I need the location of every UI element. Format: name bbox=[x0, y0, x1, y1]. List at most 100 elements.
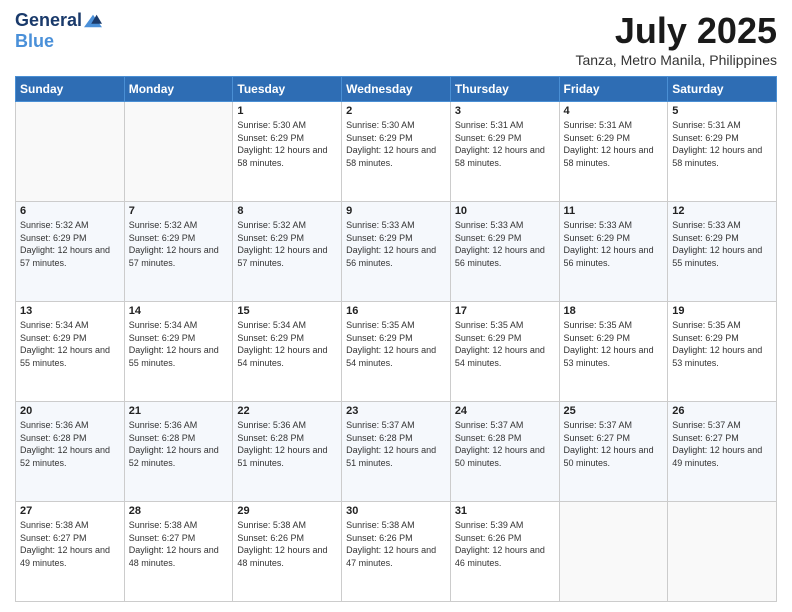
weekday-header: Saturday bbox=[668, 77, 777, 102]
logo: General Blue bbox=[15, 10, 102, 52]
cell-content: Sunrise: 5:32 AMSunset: 6:29 PMDaylight:… bbox=[20, 219, 120, 269]
calendar-week-row: 13 Sunrise: 5:34 AMSunset: 6:29 PMDayligh… bbox=[16, 302, 777, 402]
weekday-header: Friday bbox=[559, 77, 668, 102]
cell-content: Sunrise: 5:36 AMSunset: 6:28 PMDaylight:… bbox=[237, 419, 337, 469]
calendar-cell: 6 Sunrise: 5:32 AMSunset: 6:29 PMDaylight… bbox=[16, 202, 125, 302]
calendar-cell: 21 Sunrise: 5:36 AMSunset: 6:28 PMDayligh… bbox=[124, 402, 233, 502]
cell-content: Sunrise: 5:33 AMSunset: 6:29 PMDaylight:… bbox=[346, 219, 446, 269]
day-number: 12 bbox=[672, 205, 772, 217]
calendar-week-row: 27Sunrise: 5:38 AMSunset: 6:27 PMDayligh… bbox=[16, 502, 777, 602]
calendar-cell: 4 Sunrise: 5:31 AMSunset: 6:29 PMDaylight… bbox=[559, 102, 668, 202]
calendar-cell: 20 Sunrise: 5:36 AMSunset: 6:28 PMDayligh… bbox=[16, 402, 125, 502]
cell-content: Sunrise: 5:38 AMSunset: 6:27 PMDaylight:… bbox=[20, 519, 120, 569]
weekday-header: Wednesday bbox=[342, 77, 451, 102]
calendar-week-row: 6 Sunrise: 5:32 AMSunset: 6:29 PMDaylight… bbox=[16, 202, 777, 302]
day-number: 29 bbox=[237, 505, 337, 517]
calendar-cell: 29 Sunrise: 5:38 AMSunset: 6:26 PMDayligh… bbox=[233, 502, 342, 602]
calendar-cell bbox=[16, 102, 125, 202]
cell-content: Sunrise: 5:33 AMSunset: 6:29 PMDaylight:… bbox=[564, 219, 664, 269]
day-number: 21 bbox=[129, 405, 229, 417]
cell-content: Sunrise: 5:32 AMSunset: 6:29 PMDaylight:… bbox=[237, 219, 337, 269]
calendar-cell: 7Sunrise: 5:32 AMSunset: 6:29 PMDaylight… bbox=[124, 202, 233, 302]
calendar-cell: 5Sunrise: 5:31 AMSunset: 6:29 PMDaylight… bbox=[668, 102, 777, 202]
calendar-cell bbox=[668, 502, 777, 602]
logo-general: General bbox=[15, 10, 82, 31]
day-number: 11 bbox=[564, 205, 664, 217]
day-number: 8 bbox=[237, 205, 337, 217]
calendar-cell bbox=[124, 102, 233, 202]
cell-content: Sunrise: 5:34 AMSunset: 6:29 PMDaylight:… bbox=[20, 319, 120, 369]
calendar-cell: 19Sunrise: 5:35 AMSunset: 6:29 PMDayligh… bbox=[668, 302, 777, 402]
location-subtitle: Tanza, Metro Manila, Philippines bbox=[575, 52, 777, 68]
calendar-cell: 9 Sunrise: 5:33 AMSunset: 6:29 PMDaylight… bbox=[342, 202, 451, 302]
cell-content: Sunrise: 5:35 AMSunset: 6:29 PMDaylight:… bbox=[564, 319, 664, 369]
calendar-table: SundayMondayTuesdayWednesdayThursdayFrid… bbox=[15, 76, 777, 602]
month-title: July 2025 bbox=[575, 10, 777, 52]
page: General Blue July 2025 Tanza, Metro Mani… bbox=[0, 0, 792, 612]
cell-content: Sunrise: 5:36 AMSunset: 6:28 PMDaylight:… bbox=[20, 419, 120, 469]
day-number: 23 bbox=[346, 405, 446, 417]
cell-content: Sunrise: 5:39 AMSunset: 6:26 PMDaylight:… bbox=[455, 519, 555, 569]
calendar-cell: 3 Sunrise: 5:31 AMSunset: 6:29 PMDaylight… bbox=[450, 102, 559, 202]
cell-content: Sunrise: 5:37 AMSunset: 6:27 PMDaylight:… bbox=[564, 419, 664, 469]
header: General Blue July 2025 Tanza, Metro Mani… bbox=[15, 10, 777, 68]
weekday-header: Thursday bbox=[450, 77, 559, 102]
weekday-header: Tuesday bbox=[233, 77, 342, 102]
day-number: 4 bbox=[564, 105, 664, 117]
calendar-cell: 1 Sunrise: 5:30 AMSunset: 6:29 PMDaylight… bbox=[233, 102, 342, 202]
cell-content: Sunrise: 5:37 AMSunset: 6:28 PMDaylight:… bbox=[455, 419, 555, 469]
cell-content: Sunrise: 5:30 AMSunset: 6:29 PMDaylight:… bbox=[237, 119, 337, 169]
weekday-header: Sunday bbox=[16, 77, 125, 102]
day-number: 31 bbox=[455, 505, 555, 517]
calendar-cell: 17Sunrise: 5:35 AMSunset: 6:29 PMDayligh… bbox=[450, 302, 559, 402]
calendar-cell: 12Sunrise: 5:33 AMSunset: 6:29 PMDayligh… bbox=[668, 202, 777, 302]
cell-content: Sunrise: 5:31 AMSunset: 6:29 PMDaylight:… bbox=[564, 119, 664, 169]
cell-content: Sunrise: 5:31 AMSunset: 6:29 PMDaylight:… bbox=[455, 119, 555, 169]
calendar-cell: 23 Sunrise: 5:37 AMSunset: 6:28 PMDayligh… bbox=[342, 402, 451, 502]
cell-content: Sunrise: 5:36 AMSunset: 6:28 PMDaylight:… bbox=[129, 419, 229, 469]
calendar-cell: 26 Sunrise: 5:37 AMSunset: 6:27 PMDayligh… bbox=[668, 402, 777, 502]
cell-content: Sunrise: 5:31 AMSunset: 6:29 PMDaylight:… bbox=[672, 119, 772, 169]
day-number: 20 bbox=[20, 405, 120, 417]
cell-content: Sunrise: 5:30 AMSunset: 6:29 PMDaylight:… bbox=[346, 119, 446, 169]
day-number: 25 bbox=[564, 405, 664, 417]
calendar-cell: 31 Sunrise: 5:39 AMSunset: 6:26 PMDayligh… bbox=[450, 502, 559, 602]
day-number: 14 bbox=[129, 305, 229, 317]
calendar-cell: 22Sunrise: 5:36 AMSunset: 6:28 PMDayligh… bbox=[233, 402, 342, 502]
day-number: 17 bbox=[455, 305, 555, 317]
cell-content: Sunrise: 5:37 AMSunset: 6:27 PMDaylight:… bbox=[672, 419, 772, 469]
day-number: 3 bbox=[455, 105, 555, 117]
day-number: 15 bbox=[237, 305, 337, 317]
cell-content: Sunrise: 5:34 AMSunset: 6:29 PMDaylight:… bbox=[129, 319, 229, 369]
cell-content: Sunrise: 5:32 AMSunset: 6:29 PMDaylight:… bbox=[129, 219, 229, 269]
day-number: 28 bbox=[129, 505, 229, 517]
calendar-week-row: 20 Sunrise: 5:36 AMSunset: 6:28 PMDayligh… bbox=[16, 402, 777, 502]
day-number: 19 bbox=[672, 305, 772, 317]
calendar-cell: 11 Sunrise: 5:33 AMSunset: 6:29 PMDayligh… bbox=[559, 202, 668, 302]
day-number: 9 bbox=[346, 205, 446, 217]
day-number: 1 bbox=[237, 105, 337, 117]
calendar-cell: 28 Sunrise: 5:38 AMSunset: 6:27 PMDayligh… bbox=[124, 502, 233, 602]
day-number: 30 bbox=[346, 505, 446, 517]
calendar-cell bbox=[559, 502, 668, 602]
day-number: 26 bbox=[672, 405, 772, 417]
weekday-header-row: SundayMondayTuesdayWednesdayThursdayFrid… bbox=[16, 77, 777, 102]
logo-blue: Blue bbox=[15, 31, 54, 52]
calendar-cell: 10Sunrise: 5:33 AMSunset: 6:29 PMDayligh… bbox=[450, 202, 559, 302]
cell-content: Sunrise: 5:37 AMSunset: 6:28 PMDaylight:… bbox=[346, 419, 446, 469]
cell-content: Sunrise: 5:35 AMSunset: 6:29 PMDaylight:… bbox=[346, 319, 446, 369]
day-number: 24 bbox=[455, 405, 555, 417]
day-number: 6 bbox=[20, 205, 120, 217]
title-block: July 2025 Tanza, Metro Manila, Philippin… bbox=[575, 10, 777, 68]
calendar-cell: 15 Sunrise: 5:34 AMSunset: 6:29 PMDayligh… bbox=[233, 302, 342, 402]
cell-content: Sunrise: 5:38 AMSunset: 6:26 PMDaylight:… bbox=[237, 519, 337, 569]
day-number: 10 bbox=[455, 205, 555, 217]
weekday-header: Monday bbox=[124, 77, 233, 102]
cell-content: Sunrise: 5:38 AMSunset: 6:27 PMDaylight:… bbox=[129, 519, 229, 569]
cell-content: Sunrise: 5:34 AMSunset: 6:29 PMDaylight:… bbox=[237, 319, 337, 369]
day-number: 13 bbox=[20, 305, 120, 317]
calendar-cell: 8 Sunrise: 5:32 AMSunset: 6:29 PMDaylight… bbox=[233, 202, 342, 302]
cell-content: Sunrise: 5:38 AMSunset: 6:26 PMDaylight:… bbox=[346, 519, 446, 569]
calendar-cell: 30 Sunrise: 5:38 AMSunset: 6:26 PMDayligh… bbox=[342, 502, 451, 602]
calendar-cell: 14 Sunrise: 5:34 AMSunset: 6:29 PMDayligh… bbox=[124, 302, 233, 402]
